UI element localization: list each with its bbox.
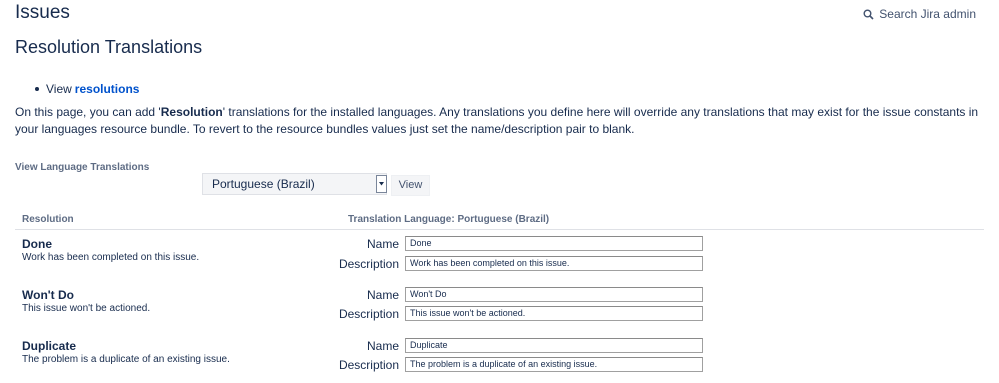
resolution-name-wont-do: Won't Do <box>22 288 74 302</box>
dropdown-arrow-icon[interactable] <box>376 175 387 193</box>
language-select[interactable]: Portuguese (Brazil) <box>202 173 387 195</box>
view-language-translations-label: View Language Translations <box>15 162 150 173</box>
description-input-wont-do[interactable]: This issue won't be actioned. <box>405 306 703 321</box>
column-header-translation-language: Translation Language: Portuguese (Brazil… <box>348 214 550 225</box>
language-select-value: Portuguese (Brazil) <box>212 177 315 191</box>
name-input-done[interactable]: Done <box>405 236 703 251</box>
description-bold-resolution: Resolution <box>160 105 223 119</box>
description-label-wont-do: Description <box>338 307 399 321</box>
page-header-title: Issues <box>15 2 70 23</box>
description-input-duplicate[interactable]: The problem is a duplicate of an existin… <box>405 357 703 372</box>
name-input-wont-do[interactable]: Won't Do <box>405 287 703 302</box>
table-header-divider <box>15 229 984 230</box>
resolutions-link[interactable]: resolutions <box>75 81 140 97</box>
resolution-description-duplicate: The problem is a duplicate of an existin… <box>22 354 230 365</box>
view-language-button[interactable]: View <box>391 175 430 196</box>
resolution-name-duplicate: Duplicate <box>22 339 77 353</box>
search-icon <box>863 9 874 20</box>
name-label-wont-do: Name <box>366 288 399 302</box>
name-label-duplicate: Name <box>366 339 399 353</box>
view-prefix: View <box>46 82 72 96</box>
page-title: Resolution Translations <box>15 37 203 57</box>
description-input-done[interactable]: Work has been completed on this issue. <box>405 256 703 271</box>
resolution-description-wont-do: This issue won't be actioned. <box>22 303 151 314</box>
name-label-done: Name <box>366 237 399 251</box>
view-resolutions-item: View resolutions <box>35 81 139 97</box>
search-jira-admin-link[interactable]: Search Jira admin <box>863 6 976 22</box>
bullet-icon <box>35 87 39 91</box>
name-input-duplicate[interactable]: Duplicate <box>405 338 703 353</box>
description-label-duplicate: Description <box>338 358 399 372</box>
description-label-done: Description <box>338 257 399 271</box>
page-description: On this page, you can add 'Resolution' t… <box>15 105 979 136</box>
resolution-description-done: Work has been completed on this issue. <box>22 252 200 263</box>
resolution-name-done: Done <box>22 237 52 251</box>
search-jira-admin-label: Search Jira admin <box>879 7 976 21</box>
column-header-resolution: Resolution <box>22 214 74 225</box>
